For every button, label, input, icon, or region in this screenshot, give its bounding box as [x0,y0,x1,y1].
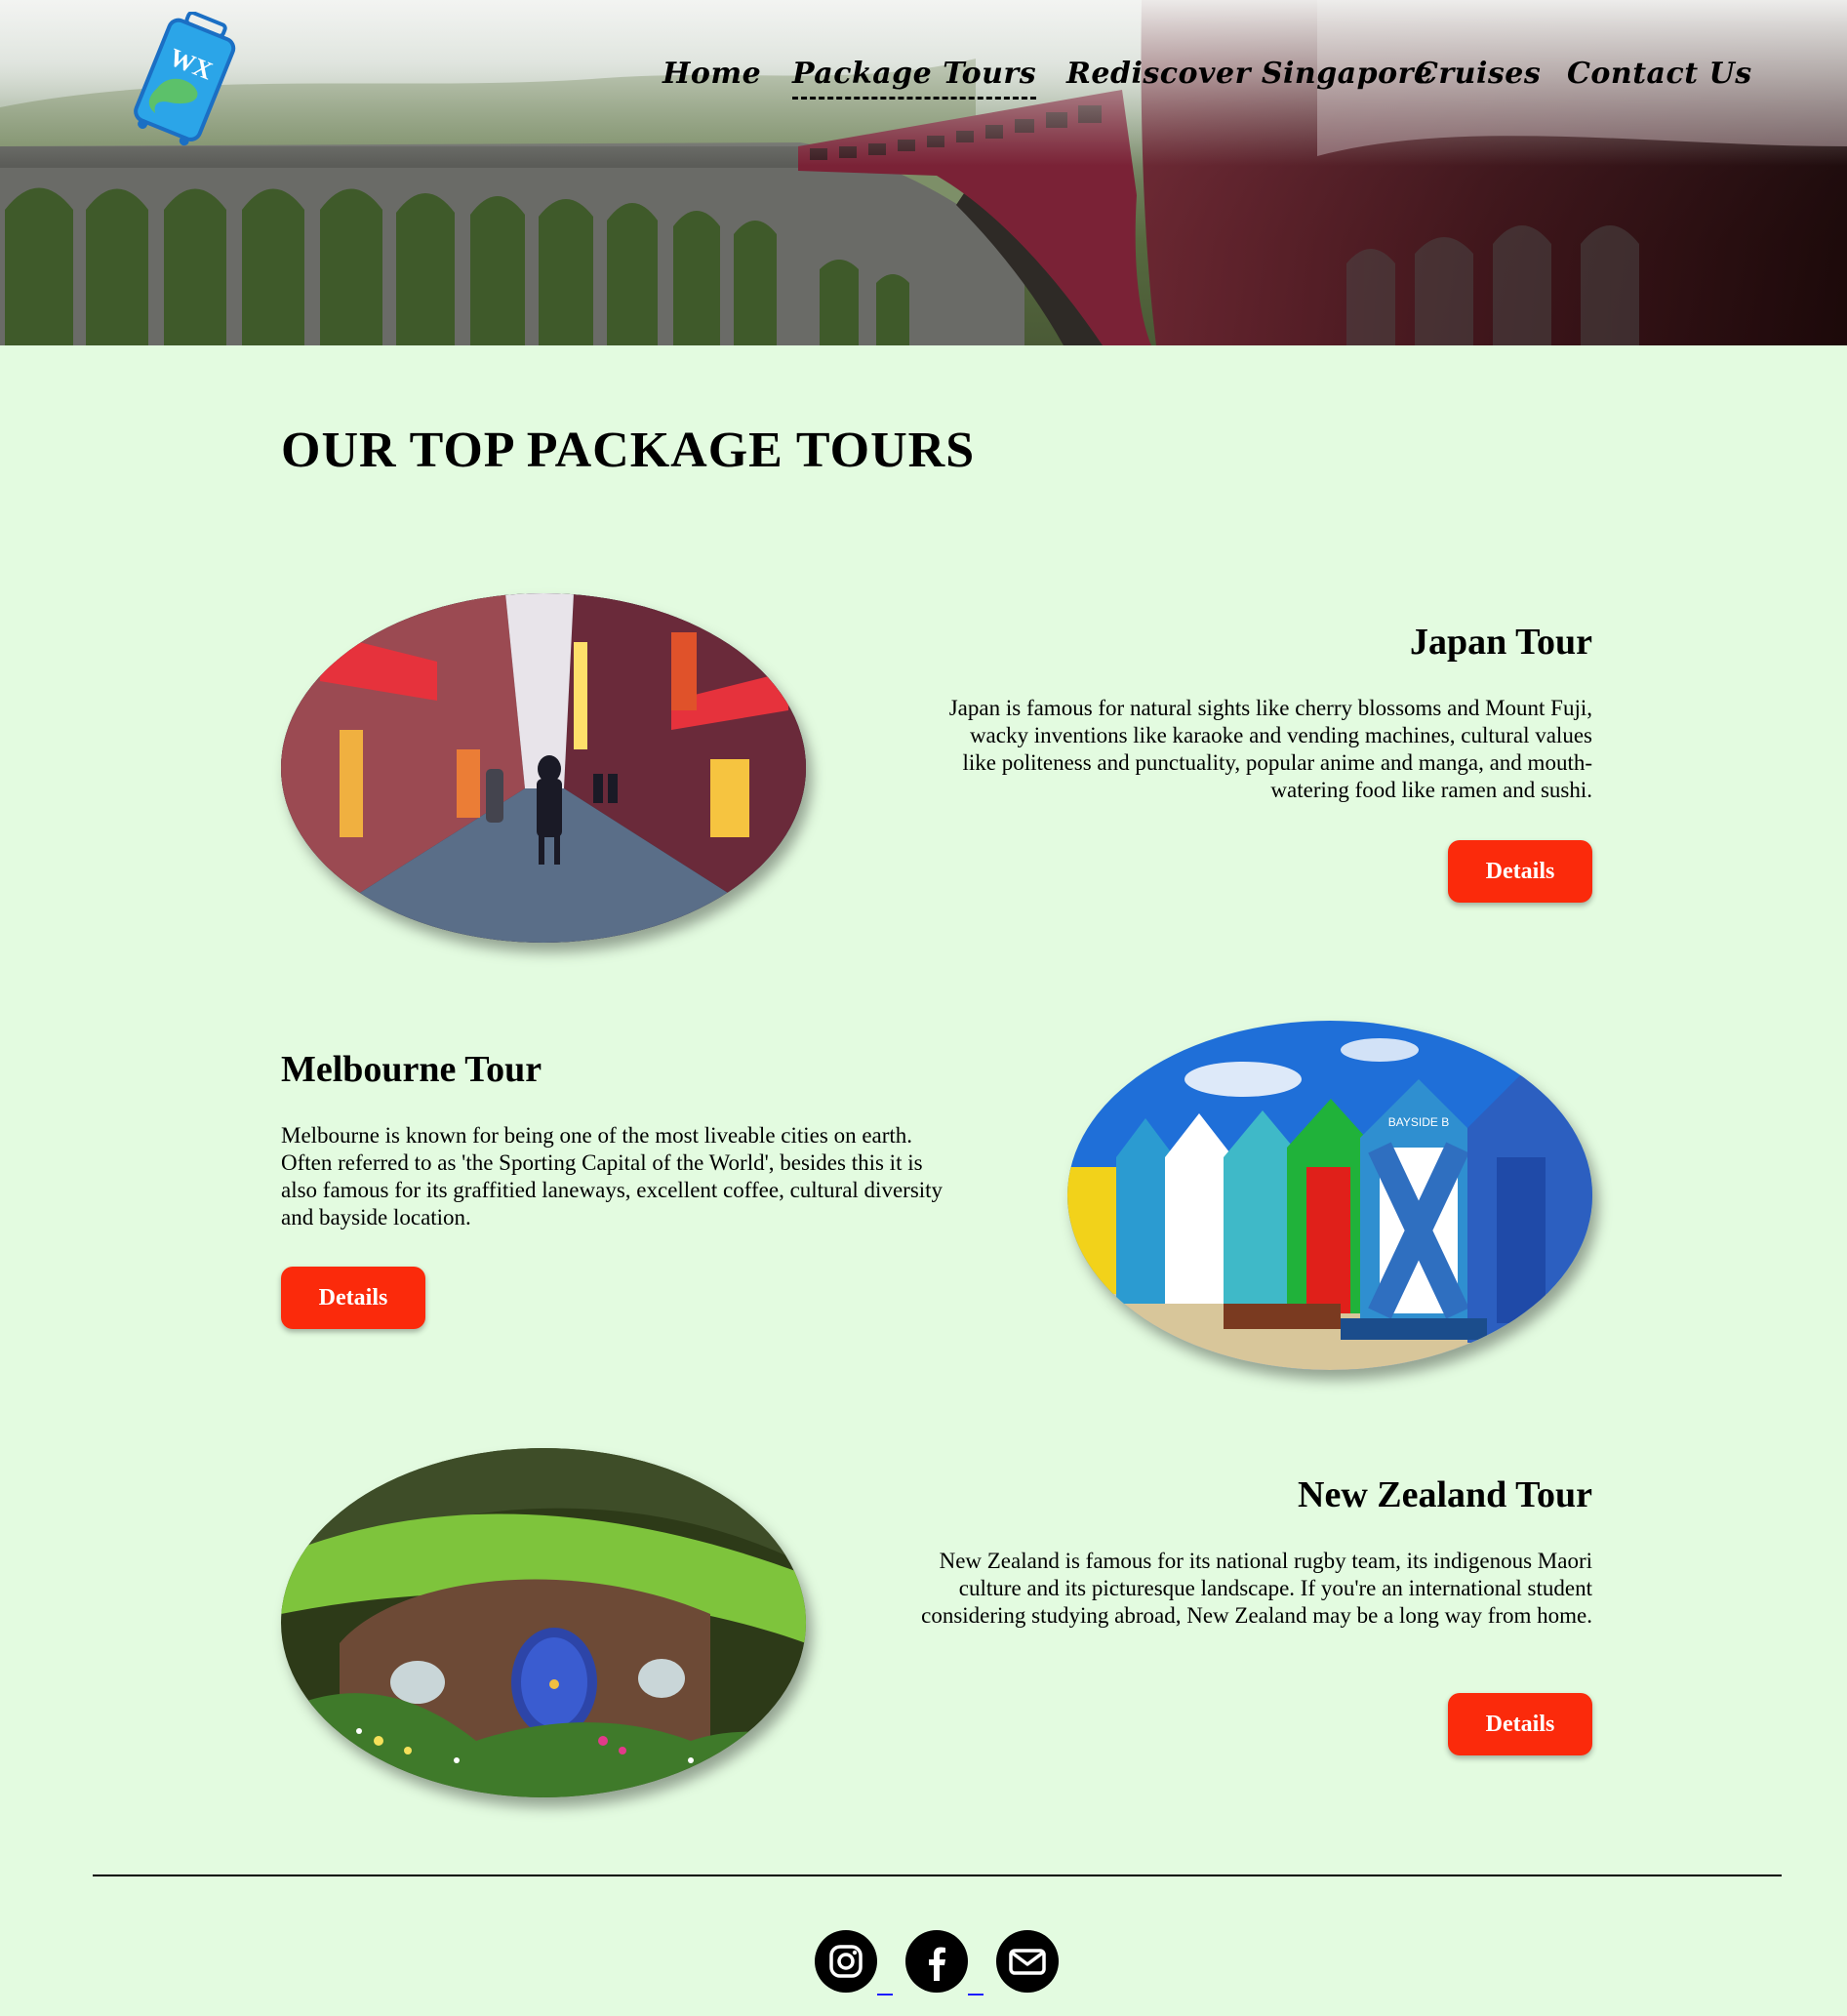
social-link-underline [968,1994,984,1996]
japan-tour-title: Japan Tour [1410,622,1592,663]
facebook-icon [929,1947,945,1981]
japan-details-button[interactable]: Details [1448,840,1592,903]
facebook-link[interactable] [905,1930,968,1993]
melbourne-tour-title: Melbourne Tour [281,1049,542,1090]
instagram-link[interactable] [815,1930,877,1993]
nav-contact-us[interactable]: Contact Us [1567,57,1752,91]
main-nav: Home Package Tours Rediscover Singapore … [0,57,1847,115]
melbourne-details-button[interactable]: Details [281,1267,425,1329]
japan-tour-text: Japan Tour Japan is famous for natural s… [948,621,1592,804]
new-zealand-tour-image [281,1448,806,1797]
footer-divider [93,1875,1782,1876]
nav-home[interactable]: Home [663,57,761,91]
melbourne-tour-text: Melbourne Tour Melbourne is known for be… [281,1048,944,1231]
new-zealand-tour-description: New Zealand is famous for its national r… [921,1549,1592,1628]
new-zealand-details-button[interactable]: Details [1448,1693,1592,1755]
new-zealand-tour-text: New Zealand Tour New Zealand is famous f… [909,1473,1592,1630]
hero-train-viaduct-image [0,0,1847,345]
melbourne-tour-description: Melbourne is known for being one of the … [281,1123,944,1230]
nav-rediscover-singapore[interactable]: Rediscover Singapore [1066,57,1433,91]
japan-tour-image [281,593,806,943]
hut-sign: BAYSIDE B [1388,1115,1449,1129]
nav-package-tours[interactable]: Package Tours [792,57,1037,100]
nav-cruises[interactable]: Cruises [1415,57,1541,91]
social-link-underline [877,1994,893,1996]
email-icon [1009,1949,1046,1975]
instagram-icon [829,1945,863,1978]
japan-tour-description: Japan is famous for natural sights like … [948,696,1592,802]
hero-banner: WX Home Package Tours Rediscover Singapo… [0,0,1847,345]
melbourne-tour-image: BAYSIDE B [1067,1021,1592,1370]
email-link[interactable] [996,1930,1059,1993]
section-title: OUR TOP PACKAGE TOURS [281,423,976,478]
new-zealand-tour-title: New Zealand Tour [1298,1474,1592,1515]
